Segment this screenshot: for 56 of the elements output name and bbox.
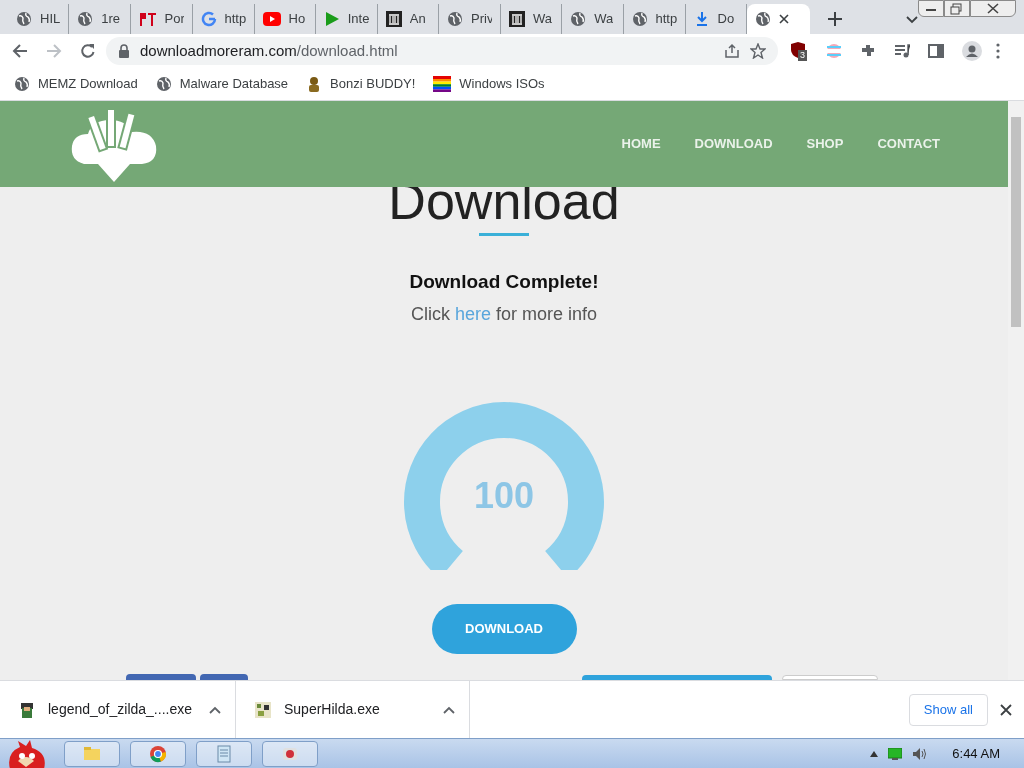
back-arrow-icon[interactable]: [12, 43, 28, 59]
divider-accent: [479, 233, 529, 236]
globe-icon: [16, 11, 32, 27]
extension-badge: 3: [798, 50, 807, 61]
bookmark[interactable]: MEMZ Download: [14, 74, 138, 94]
profile-avatar-icon[interactable]: [962, 41, 982, 61]
globe-icon: [631, 11, 648, 27]
status-title: Download Complete!: [409, 270, 599, 294]
clock-time: 6:44 AM: [952, 744, 1000, 763]
lock-icon[interactable]: [118, 44, 130, 58]
tray-arrow-icon[interactable]: [870, 750, 879, 757]
globe-icon: [754, 11, 771, 27]
more-menu-icon[interactable]: [996, 43, 1000, 59]
bookmark[interactable]: Malware Database: [155, 74, 289, 94]
app-icon[interactable]: [262, 740, 318, 767]
pixel-character-icon: [18, 700, 36, 719]
close-icon[interactable]: [970, 0, 1016, 17]
minimize-icon[interactable]: [918, 0, 944, 17]
close-icon[interactable]: [1000, 703, 1012, 716]
social-bar: [126, 674, 196, 680]
info-text: Click here for more info: [410, 302, 598, 326]
browser-tab[interactable]: [746, 4, 810, 34]
reload-icon[interactable]: [80, 43, 96, 59]
globe-icon: [447, 11, 463, 27]
chevron-down-icon[interactable]: [905, 16, 918, 24]
shield-icon[interactable]: 3: [790, 42, 808, 60]
chevron-up-icon[interactable]: [209, 705, 221, 714]
triangle-icon: [323, 11, 340, 27]
social-bar: [200, 674, 248, 680]
show-all-button[interactable]: Show all: [908, 693, 988, 726]
globe-icon: [155, 76, 172, 92]
globe-icon: [14, 76, 30, 92]
bookmark[interactable]: Bonzi BUDDY!: [306, 74, 416, 94]
gauge-reading: 100: [472, 475, 536, 516]
share-icon[interactable]: [724, 43, 740, 59]
speaker-icon[interactable]: [912, 746, 929, 761]
columns-icon: [509, 11, 525, 27]
globe-icon: [570, 11, 587, 27]
close-icon[interactable]: [778, 14, 789, 24]
monitor-icon[interactable]: [888, 747, 903, 760]
rainbow-flag-icon: [433, 76, 452, 92]
bookmark[interactable]: Windows ISOs: [433, 74, 545, 94]
new-tab-icon[interactable]: [827, 12, 842, 26]
chrome-icon[interactable]: [130, 740, 186, 767]
video-play-icon: [262, 12, 281, 26]
chevron-up-icon[interactable]: [443, 705, 455, 714]
columns-icon: [385, 11, 402, 27]
puzzle-icon[interactable]: [860, 43, 876, 59]
pixel-art-icon: [254, 700, 272, 719]
globe-icon: [77, 11, 94, 27]
g-logo-icon: [200, 11, 217, 27]
restore-icon[interactable]: [944, 0, 970, 17]
media-list-icon[interactable]: [894, 43, 910, 59]
star-icon[interactable]: [750, 43, 766, 59]
pt-logo-icon: [138, 11, 157, 27]
side-panel-icon[interactable]: [928, 43, 944, 59]
